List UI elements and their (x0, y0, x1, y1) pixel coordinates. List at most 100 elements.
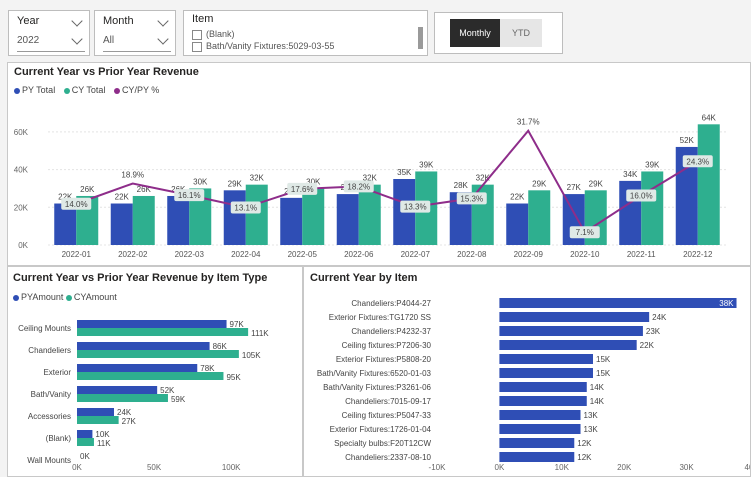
data-label: 23K (646, 327, 661, 336)
chevron-down-icon[interactable] (71, 33, 83, 45)
year-dropdown-underline (17, 51, 85, 52)
checkbox-icon[interactable] (192, 29, 202, 40)
x-tick-label: 2022-04 (231, 250, 261, 259)
data-label: 38K (719, 299, 734, 308)
data-label: 32K (250, 174, 265, 183)
data-label: 14.0% (65, 200, 88, 209)
x-tick-label: 2022-12 (683, 250, 713, 259)
year-slicer-value[interactable]: 2022 (17, 35, 39, 46)
data-label: 22K (640, 341, 655, 350)
data-label: 34K (623, 170, 638, 179)
bar-cy (77, 372, 224, 380)
data-label: 12K (577, 453, 592, 462)
x-tick-label: 100K (222, 463, 241, 472)
monthly-button[interactable]: Monthly (450, 19, 500, 47)
data-label: 29K (589, 179, 604, 188)
data-label: 22K (115, 193, 130, 202)
x-tick-label: 0K (495, 463, 505, 472)
bar-py (223, 190, 246, 245)
x-tick-label: 2022-10 (570, 250, 600, 259)
chevron-down-icon[interactable] (157, 33, 169, 45)
data-label: 16.1% (178, 191, 201, 200)
data-label: 24K (652, 313, 667, 322)
data-label: 27K (122, 417, 137, 426)
month-slicer[interactable]: Month All (94, 10, 176, 56)
data-label: 24.3% (686, 157, 709, 166)
data-label: 29K (228, 179, 243, 188)
bar-cy-item (499, 396, 587, 406)
bar-cy-item (499, 340, 637, 350)
bar-py (77, 342, 210, 350)
bar-cy (245, 184, 268, 245)
bar-cy (77, 394, 168, 402)
bar-py (506, 203, 529, 245)
bar-cy (302, 188, 325, 245)
bar-py (77, 364, 198, 372)
bar-cy-item (499, 452, 575, 462)
x-tick-label: 10K (555, 463, 570, 472)
chevron-down-icon[interactable] (157, 15, 169, 27)
x-tick-label: 2022-11 (627, 250, 656, 259)
bar-cy-item (499, 438, 575, 448)
bar-cy (77, 350, 239, 358)
category-label: Chandeliers (28, 346, 71, 355)
ytd-button[interactable]: YTD (500, 19, 542, 47)
item-type-panel: Current Year vs Prior Year Revenue by It… (7, 266, 303, 477)
data-label: 16.0% (630, 192, 653, 201)
x-tick-label: 20K (617, 463, 632, 472)
data-label: 13.3% (404, 203, 427, 212)
bar-cy (697, 124, 720, 245)
bar-py (336, 194, 359, 245)
x-tick-label: 30K (679, 463, 694, 472)
data-label: 15K (596, 369, 611, 378)
x-tick-label: 2022-02 (118, 250, 148, 259)
data-label: 17.6% (291, 185, 314, 194)
data-label: 30K (193, 177, 208, 186)
item-option-label: Bath/Vanity Fixtures:5029-03-55 (206, 41, 335, 51)
category-label: Chandeliers:P4044-27 (351, 299, 431, 308)
bar-cy-item (499, 354, 593, 364)
data-label: 18.9% (121, 171, 144, 180)
category-label: Bath/Vanity (31, 390, 71, 399)
data-label: 86K (213, 342, 228, 351)
data-label: 111K (251, 329, 269, 338)
revenue-trend-panel: Current Year vs Prior Year Revenue PY To… (7, 62, 751, 266)
data-label: 105K (242, 351, 261, 360)
bar-cy-item (499, 298, 737, 308)
data-label: 39K (645, 160, 660, 169)
data-label: 39K (419, 160, 434, 169)
y-tick-label: 0K (18, 241, 28, 250)
item-option[interactable]: (Blank) (192, 29, 235, 40)
bar-cy-item (499, 424, 581, 434)
category-label: Specialty bulbs:F20T12CW (334, 439, 431, 448)
x-tick-label: 2022-09 (514, 250, 544, 259)
checkbox-icon[interactable] (192, 41, 202, 52)
item-option-label: (Blank) (206, 29, 235, 39)
data-label: 7.1% (576, 228, 594, 237)
y-tick-label: 40K (14, 166, 29, 175)
data-label: 52K (680, 136, 695, 145)
item-slicer[interactable]: Item (Blank) Bath/Vanity Fixtures:5029-0… (183, 10, 428, 56)
data-label: 97K (230, 320, 245, 329)
bar-cy-item (499, 410, 581, 420)
year-slicer-label: Year (17, 15, 40, 27)
data-label: 13K (584, 411, 599, 420)
data-label: 13.1% (234, 203, 257, 212)
bar-cy-item (499, 326, 643, 336)
chevron-down-icon[interactable] (71, 15, 83, 27)
bar-py (110, 203, 133, 245)
bar-py (77, 386, 158, 394)
category-label: Ceiling Mounts (18, 324, 71, 333)
revenue-trend-chart: 0K20K40K60K22K26K2022-0122K26K2022-0226K… (14, 113, 726, 259)
month-slicer-value[interactable]: All (103, 35, 114, 46)
data-label: 15K (596, 355, 611, 364)
y-tick-label: 60K (14, 128, 29, 137)
data-label: 12K (577, 439, 592, 448)
year-slicer[interactable]: Year 2022 (8, 10, 90, 56)
x-tick-label: 40 (745, 463, 750, 472)
item-option[interactable]: Bath/Vanity Fixtures:5029-03-55 (192, 41, 334, 52)
month-dropdown-underline (103, 51, 171, 52)
bar-py (167, 195, 190, 245)
x-tick-label: -10K (429, 463, 447, 472)
item-scrollbar[interactable] (418, 27, 423, 49)
